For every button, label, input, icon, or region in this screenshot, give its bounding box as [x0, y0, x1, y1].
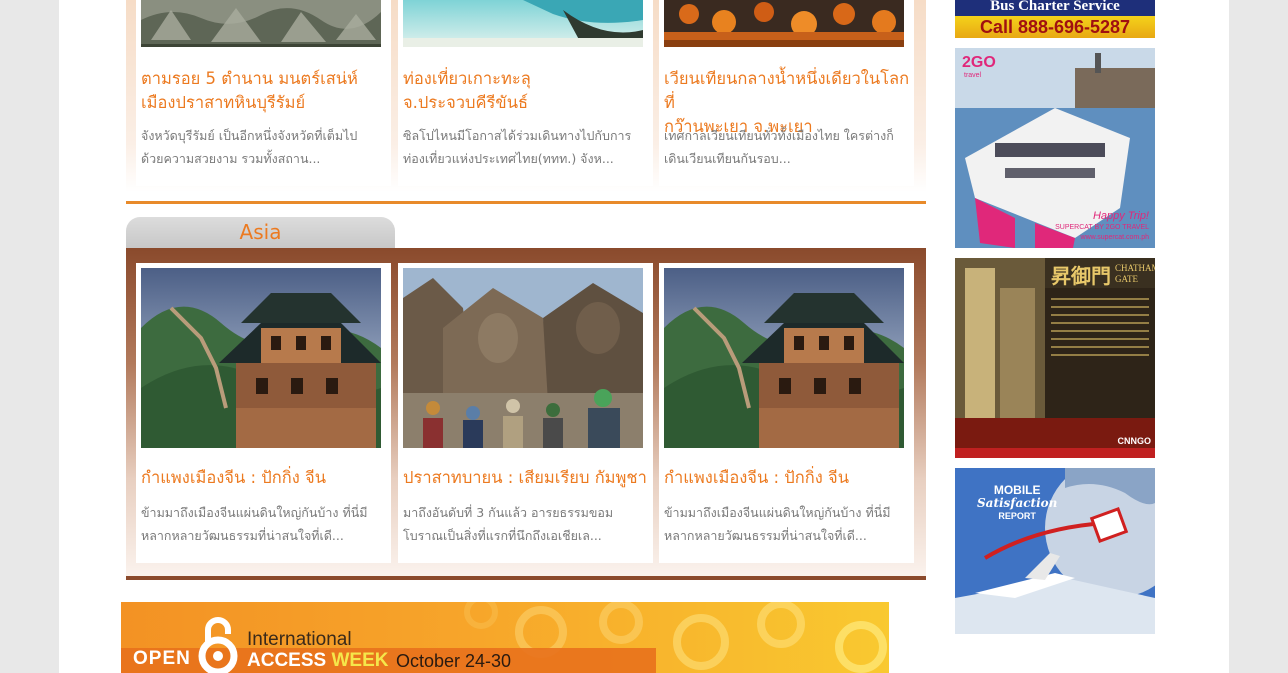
ad-mobile-title: MOBILE Satisfaction REPORT	[977, 484, 1057, 523]
ad-mobile-line: REPORT	[998, 511, 1036, 521]
banner-access-word: ACCESS	[247, 650, 327, 671]
banner-international-label: International	[247, 629, 352, 650]
banner-dates: October 24-30	[396, 651, 512, 671]
ad-mobile-satisfaction[interactable]: MOBILE Satisfaction REPORT	[955, 468, 1155, 634]
article-thumbnail[interactable]	[664, 0, 904, 47]
article-excerpt: จังหวัดบุรีรัมย์ เป็นอีกหนึ่งจังหวัดที่เ…	[141, 128, 358, 166]
article-excerpt: ซิลโปไหนมีโอกาสได้ร่วมเดินทางไปกับการท่อ…	[403, 128, 632, 166]
banner-access-week-label: ACCESS WEEK	[247, 650, 388, 672]
ad-ferry-tagline: Happy Trip!	[1092, 210, 1149, 222]
open-access-lock-icon	[198, 617, 238, 673]
article-card[interactable]: กำแพงเมืองจีน : ปักกิ่ง จีน ข้ามมาถึงเมื…	[659, 263, 914, 563]
article-excerpt: มาถึงอันดับที่ 3 กันแล้ว อารยธรรมขอมโบรา…	[403, 505, 614, 543]
section-tab-asia[interactable]: Asia	[126, 217, 395, 250]
section-divider	[126, 576, 926, 580]
ad-hotel-name-en-line: GATE	[1115, 274, 1138, 284]
article-title-line[interactable]: เมืองปราสาทหินบุรีรัมย์	[141, 91, 391, 115]
article-card[interactable]: เวียนเทียนกลางน้ำหนึ่งเดียวในโลกที่ กว๊า…	[659, 0, 914, 186]
article-thumbnail[interactable]	[141, 268, 381, 448]
article-card[interactable]: ตามรอย 5 ตำนาน มนตร์เสน่ห์ เมืองปราสาทหิ…	[136, 0, 391, 186]
ad-hotel-name-en-line: CHATHAM	[1115, 263, 1155, 273]
ad-ferry-credit: SUPERCAT BY 2GO TRAVEL	[1055, 224, 1149, 231]
article-title-line[interactable]: ตามรอย 5 ตำนาน มนตร์เสน่ห์	[141, 67, 391, 91]
ad-chatham-gate[interactable]: 昇御門 CHATHAM GATE CNNGO	[955, 258, 1155, 458]
article-thumbnail[interactable]	[403, 268, 643, 448]
article-title-line[interactable]: จ.ประจวบคีรีขันธ์	[403, 91, 653, 115]
section-divider	[126, 201, 926, 204]
ad-bus-charter[interactable]: Bus Charter Service Call 888-696-5287	[955, 0, 1155, 38]
article-excerpt: ข้ามมาถึงเมืองจีนแผ่นดินใหญ่กันบ้าง ที่น…	[664, 505, 891, 543]
article-card[interactable]: ปราสาทบายน : เสียมเรียบ กัมพูชา มาถึงอัน…	[398, 263, 653, 563]
open-access-week-banner[interactable]: OPEN International ACCESS WEEK October 2…	[121, 602, 889, 673]
banner-open-label: OPEN	[133, 648, 191, 669]
ad-mobile-line: Satisfaction	[977, 496, 1058, 510]
article-excerpt: ข้ามมาถึงเมืองจีนแผ่นดินใหญ่กันบ้าง ที่น…	[141, 505, 368, 543]
article-title[interactable]: ท่องเที่ยวเกาะทะลุ จ.ประจวบคีรีขันธ์	[403, 67, 653, 115]
article-title-line[interactable]: เวียนเทียนกลางน้ำหนึ่งเดียวในโลกที่	[664, 67, 914, 115]
article-title[interactable]: กำแพงเมืองจีน : ปักกิ่ง จีน	[141, 466, 391, 490]
article-thumbnail[interactable]	[403, 0, 643, 47]
article-title[interactable]: ปราสาทบายน : เสียมเรียบ กัมพูชา	[403, 466, 653, 490]
article-card[interactable]: ท่องเที่ยวเกาะทะลุ จ.ประจวบคีรีขันธ์ ซิล…	[398, 0, 653, 186]
ad-bus-title[interactable]: Bus Charter Service	[955, 0, 1155, 16]
article-title[interactable]: กำแพงเมืองจีน : ปักกิ่ง จีน	[664, 466, 914, 490]
ad-ferry-brand: 2GO	[962, 54, 996, 71]
article-card[interactable]: กำแพงเมืองจีน : ปักกิ่ง จีน ข้ามมาถึงเมื…	[136, 263, 391, 563]
banner-week-word: WEEK	[331, 650, 389, 671]
ad-ferry-url: www.supercat.com.ph	[1080, 234, 1149, 241]
ad-supercat-ferry[interactable]: 2GO travel Happy Trip! SUPERCAT BY 2GO T…	[955, 48, 1155, 248]
section-tab-label[interactable]: Asia	[126, 220, 395, 244]
article-title[interactable]: ตามรอย 5 ตำนาน มนตร์เสน่ห์ เมืองปราสาทหิ…	[141, 67, 391, 115]
page-content: ตามรอย 5 ตำนาน มนตร์เสน่ห์ เมืองปราสาทหิ…	[59, 0, 1229, 673]
ad-ferry-brand-sub: travel	[964, 72, 982, 79]
article-thumbnail[interactable]	[664, 268, 904, 448]
ad-bus-phone[interactable]: Call 888-696-5287	[955, 16, 1155, 38]
article-thumbnail[interactable]	[141, 0, 381, 47]
ad-hotel-text-block	[1051, 298, 1149, 358]
ad-hotel-name-cn: 昇御門	[1051, 264, 1111, 288]
ad-hotel-badge: CNNGO	[1117, 436, 1152, 446]
article-title-line[interactable]: ท่องเที่ยวเกาะทะลุ	[403, 67, 653, 91]
article-excerpt: เทศกาลเวียนเทียนทั่วทั้งเมืองไทย ใครต่าง…	[664, 128, 894, 166]
ad-hotel-name-en: CHATHAM GATE	[1115, 263, 1155, 285]
